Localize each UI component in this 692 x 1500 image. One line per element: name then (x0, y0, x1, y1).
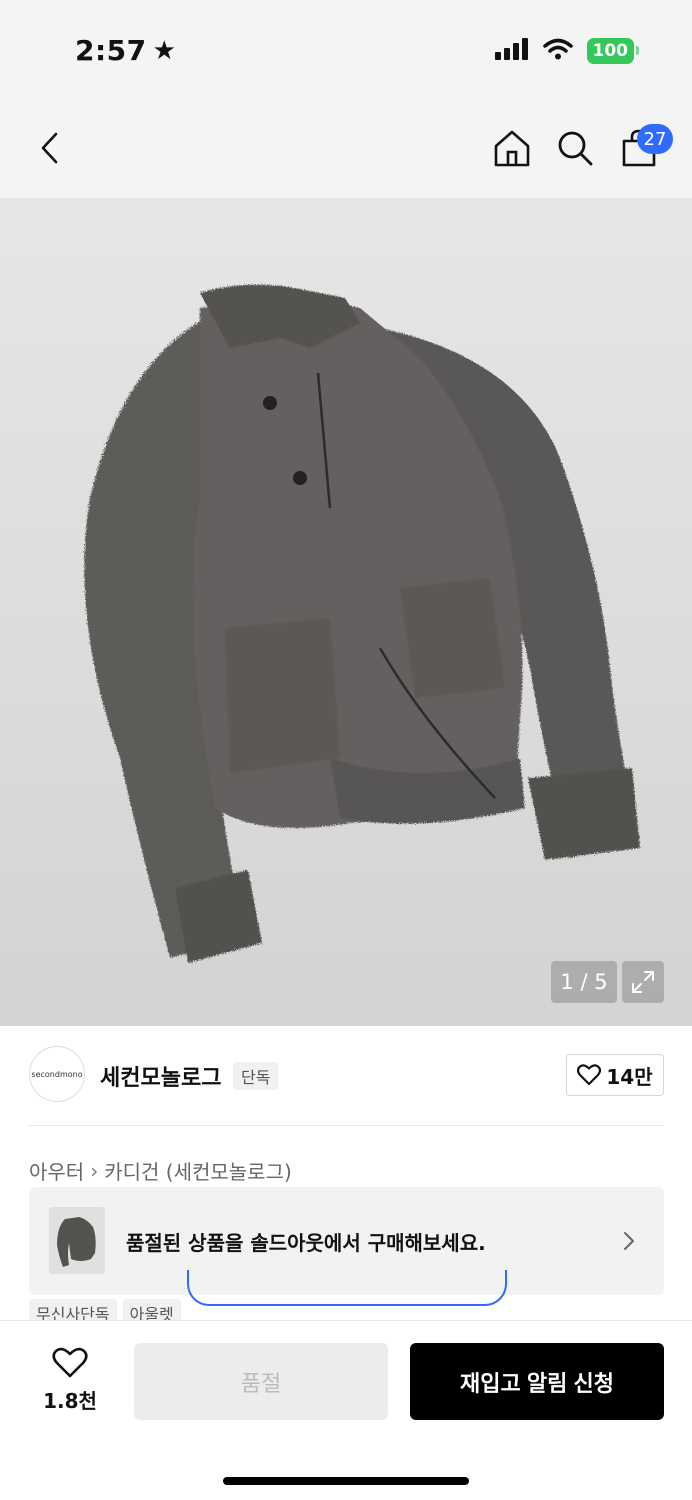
heart-icon (52, 1347, 88, 1378)
star-icon: ★ (152, 35, 177, 66)
soldout-button: 품절 (134, 1343, 388, 1420)
tag-musinsa-exclusive[interactable]: 무신사단독 (29, 1299, 117, 1321)
expand-image-button[interactable] (622, 961, 664, 1003)
status-indicators: 100 (494, 38, 639, 64)
brand-name[interactable]: 세컨모놀로그 (100, 1060, 221, 1092)
wishlist-button[interactable]: 1.8천 (34, 1347, 106, 1417)
battery-indicator: 100 (586, 38, 639, 64)
banner-text: 품절된 상품을 솔드아웃에서 구매해보세요. (126, 1231, 486, 1255)
breadcrumb: 아우터 › 카디건 (세컨모놀로그) (29, 1156, 292, 1185)
top-nav (0, 100, 692, 198)
image-counter: 1 / 5 (551, 961, 617, 1003)
banner-thumbnail (49, 1207, 105, 1274)
home-icon (494, 130, 530, 167)
signal-icon (494, 38, 529, 64)
wishlist-count: 1.8천 (43, 1389, 97, 1413)
tag-list: 무신사단독 아울렛 (29, 1299, 181, 1321)
brand-logo-text: secondmono (31, 1069, 83, 1079)
brand-logo[interactable]: secondmono (29, 1046, 85, 1102)
search-button[interactable] (551, 124, 599, 172)
status-bar: 2:57 ★ 100 (0, 0, 692, 100)
status-time-text: 2:57 (75, 34, 147, 67)
brand-like-button[interactable]: 14만 (566, 1054, 664, 1096)
scroll-indicator (187, 1270, 507, 1306)
restock-alert-button[interactable]: 재입고 알림 신청 (410, 1343, 664, 1420)
divider (29, 1125, 664, 1126)
exclusive-badge: 단독 (233, 1062, 279, 1090)
chevron-left-icon (41, 132, 58, 164)
breadcrumb-item-cardigan[interactable]: 카디건 (세컨모놀로그) (104, 1156, 292, 1185)
tag-outlet[interactable]: 아울렛 (122, 1299, 181, 1321)
chevron-right-icon: › (90, 1158, 99, 1183)
expand-icon (632, 971, 654, 993)
search-icon (558, 131, 593, 166)
heart-icon (577, 1064, 602, 1086)
bottom-action-bar: 1.8천 품절 재입고 알림 신청 (0, 1320, 692, 1500)
back-button[interactable] (26, 124, 74, 172)
cardigan-photo (84, 284, 640, 963)
status-time: 2:57 ★ (75, 34, 176, 67)
brand-like-count: 14만 (606, 1064, 653, 1089)
home-indicator (223, 1477, 469, 1485)
product-image[interactable] (0, 198, 692, 1026)
brand-row: secondmono 세컨모놀로그 단독 14만 (0, 1026, 692, 1126)
cart-count-badge: 27 (637, 124, 673, 154)
breadcrumb-item-outer[interactable]: 아우터 (29, 1156, 84, 1185)
wifi-icon (542, 38, 573, 64)
home-button[interactable] (488, 124, 536, 172)
chevron-right-icon (617, 1227, 641, 1255)
